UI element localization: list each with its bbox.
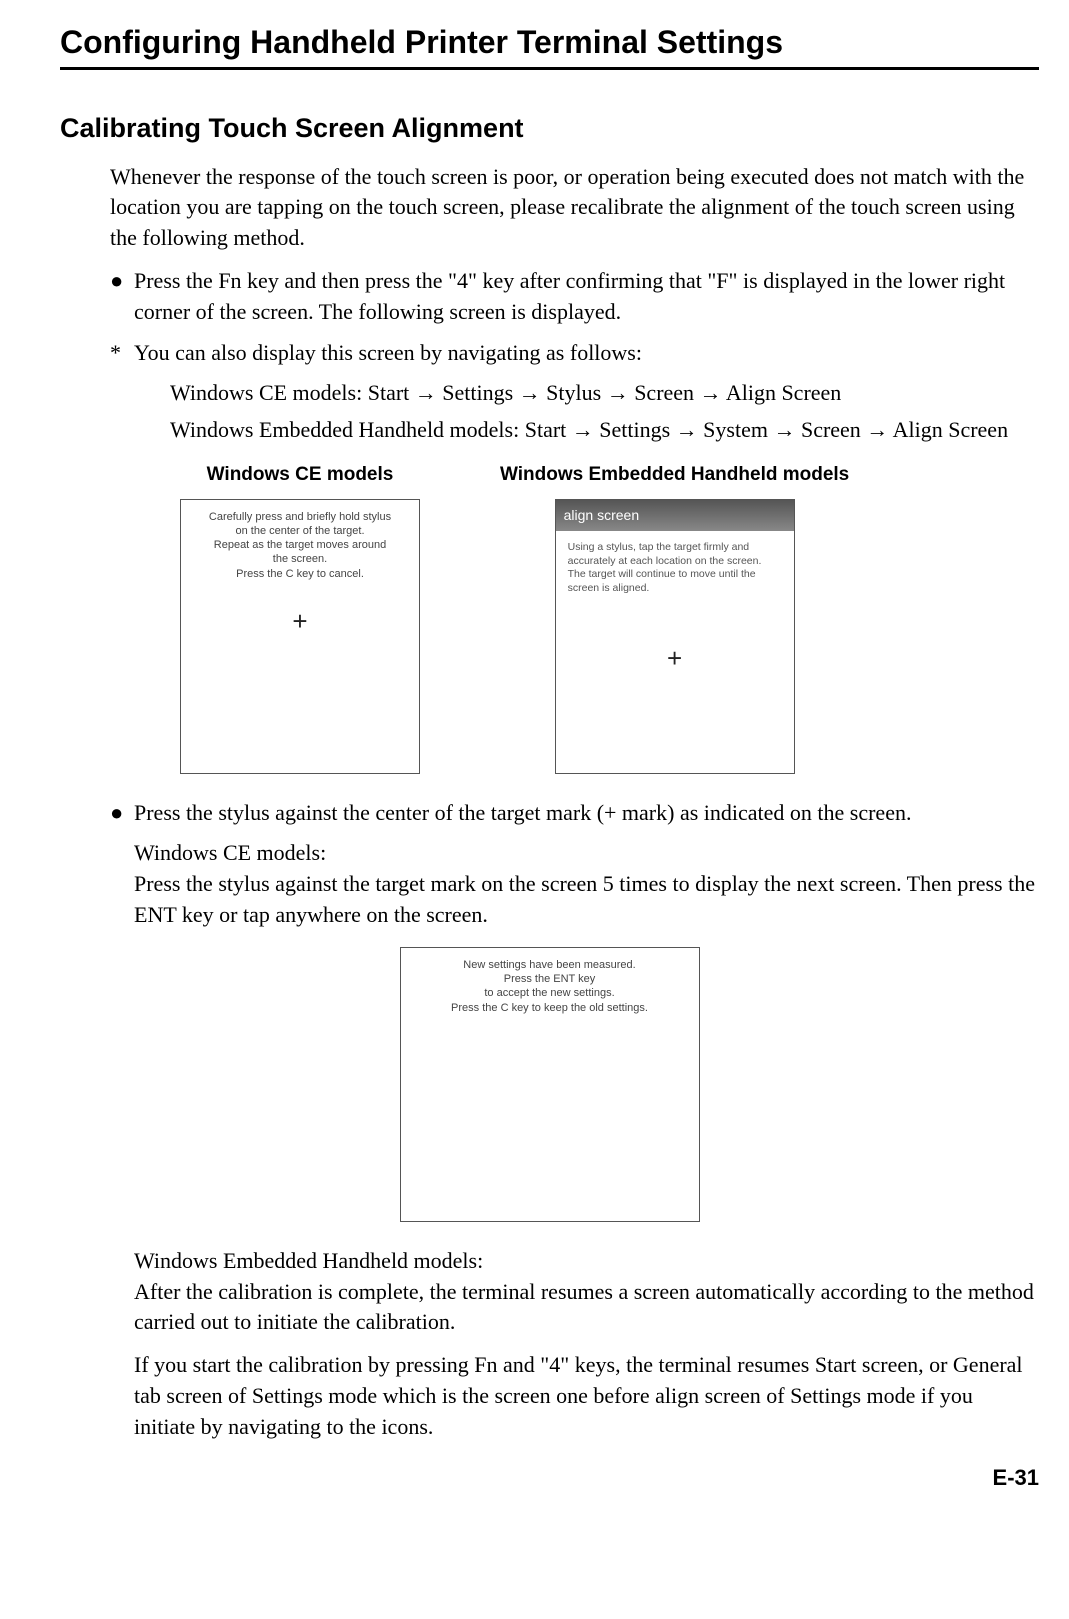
ce-screen-text: Carefully press and briefly hold stylus … [187,506,413,585]
screenshot-weh-column: Windows Embedded Handheld models align s… [500,462,849,774]
asterisk-icon: * [110,338,134,369]
weh-label: Windows Embedded Handheld models: [134,1248,483,1273]
asterisk-item: * You can also display this screen by na… [110,338,1039,369]
ce-line: Repeat as the target moves around [195,538,405,552]
final-paragraph: If you start the calibration by pressing… [134,1350,1039,1442]
bullet-icon: ● [110,266,134,328]
bullet-text: Press the stylus against the center of t… [134,798,1039,829]
page-number: E-31 [60,1463,1039,1494]
intro-paragraph: Whenever the response of the touch scree… [110,162,1039,254]
ce-line: Press the C key to cancel. [195,567,405,581]
ce-line: Press the C key to keep the old settings… [415,1001,685,1015]
plus-target-icon: + [667,640,682,676]
confirm-screenshot-wrap: New settings have been measured. Press t… [60,947,1039,1222]
weh-screen-body: Using a stylus, tap the target firmly an… [562,537,788,600]
ce-screen-mock: Carefully press and briefly hold stylus … [180,499,420,774]
ce-line: on the center of the target. [195,524,405,538]
ce-instruction: Press the stylus against the target mark… [134,871,1035,927]
bullet-icon: ● [110,798,134,829]
bullet-text: Press the Fn key and then press the "4" … [134,266,1039,328]
weh-screen-title: align screen [556,500,794,532]
ce-line: to accept the new settings. [415,986,685,1000]
ce-label: Windows CE models: [134,840,326,865]
ce-caption: Windows CE models [207,462,394,489]
subsection-header: Calibrating Touch Screen Alignment [60,110,1039,148]
bullet-item-2: ● Press the stylus against the center of… [110,798,1039,829]
nav-path-weh: Windows Embedded Handheld models: Start … [170,415,1039,446]
plus-target-icon: + [292,603,307,639]
weh-instruction: After the calibration is complete, the t… [134,1279,1034,1335]
section-header: Configuring Handheld Printer Terminal Se… [60,20,1039,70]
ce-line: Press the ENT key [415,972,685,986]
ce-line: Carefully press and briefly hold stylus [195,510,405,524]
screenshot-ce-column: Windows CE models Carefully press and br… [180,462,420,774]
asterisk-text: You can also display this screen by navi… [134,338,1039,369]
ce-line: New settings have been measured. [415,958,685,972]
weh-models-label: Windows Embedded Handheld models: After … [134,1246,1039,1338]
ce-confirm-text: New settings have been measured. Press t… [407,954,693,1019]
nav-path-ce: Windows CE models: Start → Settings → St… [170,378,1039,409]
ce-models-label: Windows CE models: Press the stylus agai… [134,838,1039,930]
screenshots-row: Windows CE models Carefully press and br… [180,462,1039,774]
ce-confirm-screen-mock: New settings have been measured. Press t… [400,947,700,1222]
weh-caption: Windows Embedded Handheld models [500,462,849,489]
bullet-item-1: ● Press the Fn key and then press the "4… [110,266,1039,328]
weh-screen-mock: align screen Using a stylus, tap the tar… [555,499,795,774]
ce-line: the screen. [195,552,405,566]
